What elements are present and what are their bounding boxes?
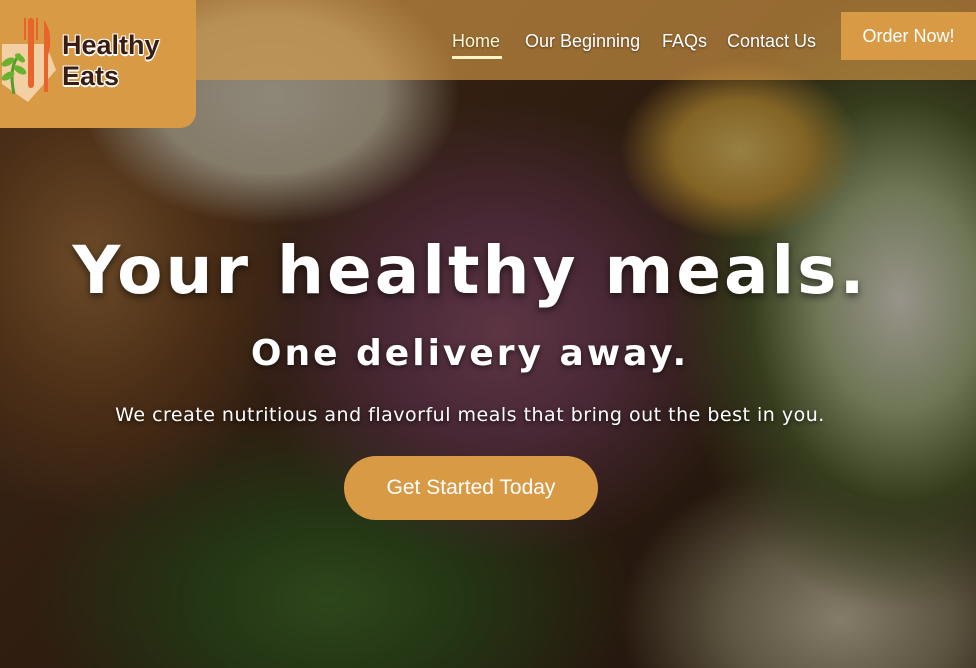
- hero-headline: Your healthy meals.: [72, 232, 868, 309]
- brand-name-line2: Eats: [62, 61, 120, 91]
- nav-active-indicator: [452, 56, 502, 59]
- fork-knife-leaf-icon: [1, 18, 56, 102]
- hero-tagline: We create nutritious and flavorful meals…: [115, 404, 825, 426]
- nav-home[interactable]: Home: [452, 31, 500, 52]
- brand-name: Healthy Eats: [62, 30, 160, 92]
- get-started-button[interactable]: Get Started Today: [344, 456, 598, 520]
- hero-subheadline: One delivery away.: [250, 333, 690, 374]
- nav-our-beginning[interactable]: Our Beginning: [525, 31, 640, 52]
- brand-name-line1: Healthy: [62, 30, 160, 60]
- nav-contact-us[interactable]: Contact Us: [727, 31, 816, 52]
- brand-logo[interactable]: Healthy Eats: [0, 0, 196, 128]
- order-now-button[interactable]: Order Now!: [841, 12, 976, 60]
- nav-faqs[interactable]: FAQs: [662, 31, 707, 52]
